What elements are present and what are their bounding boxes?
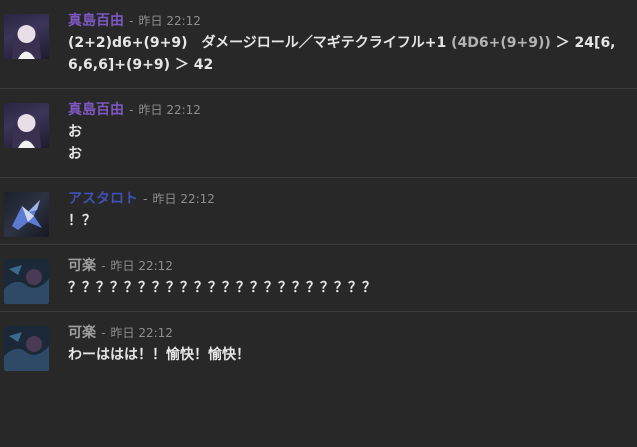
timestamp: 昨日 22:12 — [138, 103, 201, 117]
timestamp: 昨日 22:12 — [110, 259, 173, 273]
avatar[interactable] — [4, 14, 49, 59]
message: 真島百由 - 昨日 22:12 お お — [0, 89, 637, 178]
username[interactable]: アスタロト — [68, 191, 138, 207]
username[interactable]: 真島百由 — [68, 13, 124, 29]
avatar-image — [4, 259, 49, 304]
message: 可楽 - 昨日 22:12 ？？？？？？？？？？？？？？？？？？？？？？ — [0, 245, 637, 312]
separator: - — [129, 14, 134, 28]
message-line: わーははは！！愉快！愉快！ — [68, 347, 250, 363]
message-text: ！？ — [68, 210, 625, 232]
message-text: ？？？？？？？？？？？？？？？？？？？？？？ — [68, 277, 625, 299]
dice-expression: (4D6+(9+9)) — [451, 35, 551, 51]
avatar-image — [4, 326, 49, 371]
message-line: ？？？？？？？？？？？？？？？？？？？？？？ — [68, 280, 376, 296]
separator: - — [129, 103, 134, 117]
avatar[interactable] — [4, 192, 49, 237]
timestamp: 昨日 22:12 — [152, 192, 215, 206]
avatar[interactable] — [4, 103, 49, 148]
message-header: 真島百由 - 昨日 22:12 — [68, 10, 625, 30]
command-text: (2+2)d6+(9+9) ダメージロール／マギテクライフル+1 — [68, 35, 452, 51]
message-header: 可楽 - 昨日 22:12 — [68, 255, 625, 275]
separator: - — [101, 259, 106, 273]
separator: - — [143, 192, 148, 206]
username[interactable]: 可楽 — [68, 325, 96, 341]
avatar[interactable] — [4, 259, 49, 304]
message-text: (2+2)d6+(9+9) ダメージロール／マギテクライフル+1 (4D6+(9… — [68, 32, 625, 76]
message-header: アスタロト - 昨日 22:12 — [68, 188, 625, 208]
chat-log[interactable]: 真島百由 - 昨日 22:12 (2+2)d6+(9+9) ダメージロール／マギ… — [0, 0, 637, 378]
avatar-image — [12, 25, 41, 59]
message-header: 真島百由 - 昨日 22:12 — [68, 99, 625, 119]
timestamp: 昨日 22:12 — [110, 326, 173, 340]
message: 真島百由 - 昨日 22:12 (2+2)d6+(9+9) ダメージロール／マギ… — [0, 0, 637, 89]
message-line: お — [68, 146, 82, 162]
message-line: お — [68, 124, 82, 140]
message-line: ！？ — [68, 213, 96, 229]
avatar-image — [12, 114, 41, 148]
username[interactable]: 真島百由 — [68, 102, 124, 118]
message-header: 可楽 - 昨日 22:12 — [68, 322, 625, 342]
message: 可楽 - 昨日 22:12 わーははは！！愉快！愉快！ — [0, 312, 637, 378]
timestamp: 昨日 22:12 — [138, 14, 201, 28]
message-text: お お — [68, 121, 625, 165]
avatar-image — [12, 200, 42, 230]
separator: - — [101, 326, 106, 340]
message: アスタロト - 昨日 22:12 ！？ — [0, 178, 637, 245]
username[interactable]: 可楽 — [68, 258, 96, 274]
message-text: わーははは！！愉快！愉快！ — [68, 344, 625, 366]
avatar[interactable] — [4, 326, 49, 371]
